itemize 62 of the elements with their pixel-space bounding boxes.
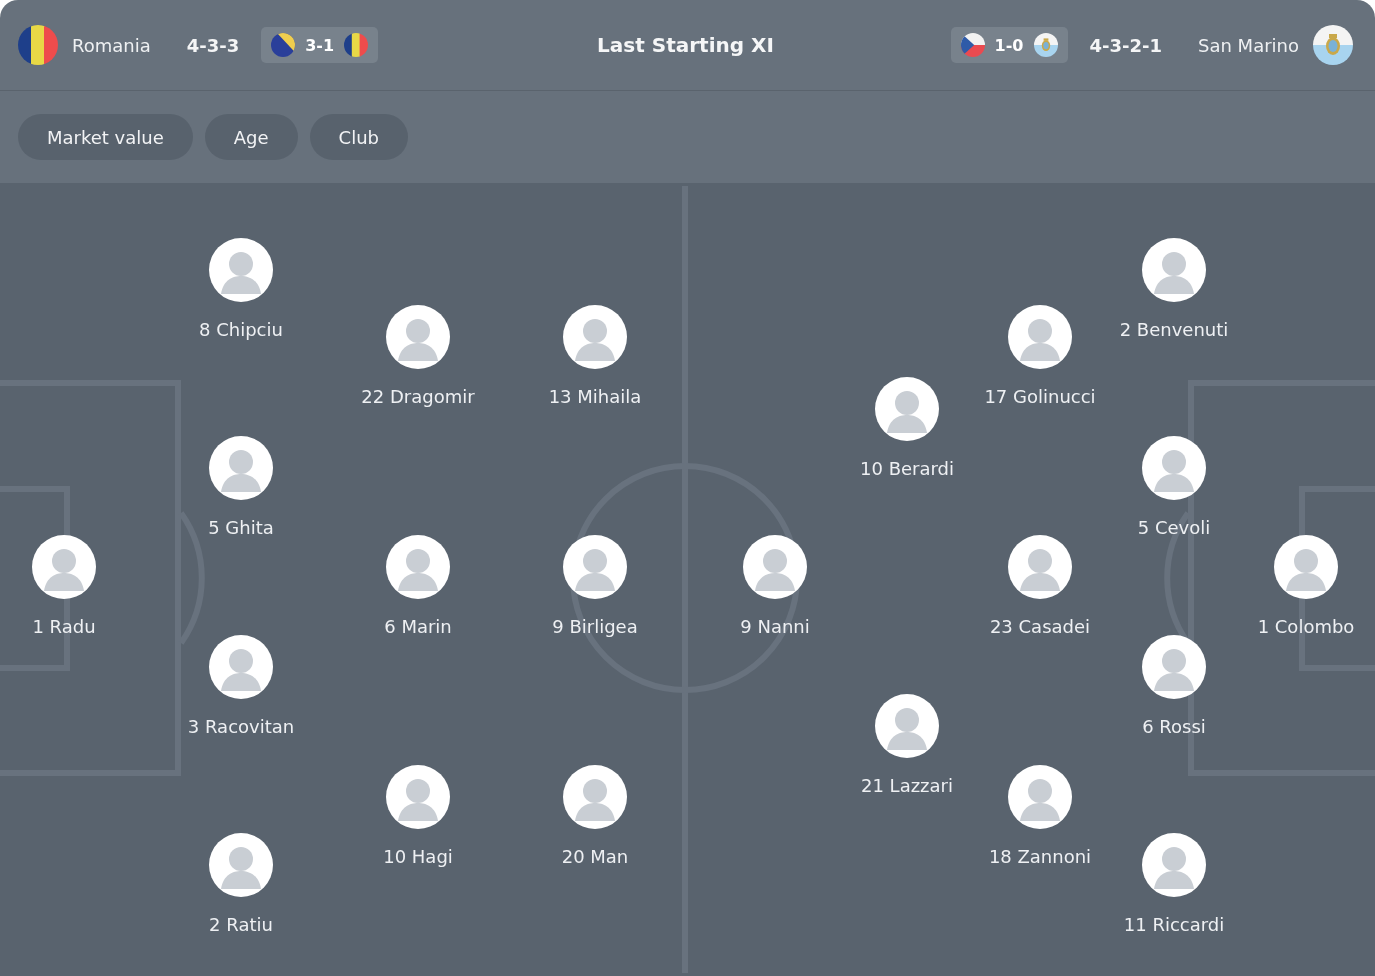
player-name: 9 Birligea	[551, 616, 639, 637]
player-avatar[interactable]	[563, 765, 627, 829]
flag-icon	[960, 33, 985, 57]
player-name: 13 Mihaila	[547, 386, 643, 407]
player-name: 6 Marin	[383, 616, 453, 637]
player-avatar[interactable]	[1142, 238, 1206, 302]
player-avatar[interactable]	[1008, 535, 1072, 599]
player-avatar[interactable]	[209, 635, 273, 699]
flag-icon	[271, 33, 296, 57]
player-name: 20 Man	[560, 846, 630, 867]
player-name: 3 Racovitan	[186, 716, 296, 737]
player-avatar[interactable]	[1008, 765, 1072, 829]
filter-button[interactable]: Market value	[18, 114, 193, 160]
player-name: 10 Berardi	[859, 458, 955, 479]
player-name: 18 Zannoni	[987, 846, 1093, 867]
player-name: 1 Colombo	[1256, 616, 1356, 637]
flag-icon	[1033, 33, 1058, 57]
player-name: 23 Casadei	[988, 616, 1092, 637]
player-avatar[interactable]	[1142, 635, 1206, 699]
team-name: Romania	[72, 34, 151, 56]
player-avatar[interactable]	[875, 694, 939, 758]
team-name: San Marino	[1198, 34, 1299, 56]
player-avatar[interactable]	[386, 765, 450, 829]
player-name: 9 Nanni	[739, 616, 811, 637]
player-name: 17 Golinucci	[983, 386, 1097, 407]
flag-icon	[18, 25, 58, 65]
filter-button[interactable]: Age	[204, 114, 298, 160]
player-name: 1 Radu	[31, 616, 97, 637]
player-name: 5 Ghita	[207, 517, 275, 538]
player-avatar[interactable]	[32, 535, 96, 599]
player-avatar[interactable]	[1142, 833, 1206, 897]
player-avatar[interactable]	[386, 305, 450, 369]
formation-label: 4-3-3	[186, 34, 240, 56]
last-match-chip[interactable]: 3-1	[261, 27, 379, 63]
player-avatar[interactable]	[209, 833, 273, 897]
filter-button[interactable]: Club	[309, 114, 408, 160]
player-name: 2 Ratiu	[208, 914, 274, 935]
flag-icon	[1313, 25, 1353, 65]
player-avatar[interactable]	[1142, 436, 1206, 500]
player-avatar[interactable]	[563, 535, 627, 599]
player-name: 21 Lazzari	[860, 775, 954, 796]
player-avatar[interactable]	[563, 305, 627, 369]
formation-label: 4-3-2-1	[1089, 34, 1162, 56]
player-name: 22 Dragomir	[360, 386, 476, 407]
player-name: 10 Hagi	[382, 846, 454, 867]
player-avatar[interactable]	[209, 436, 273, 500]
player-avatar[interactable]	[875, 377, 939, 441]
player-avatar[interactable]	[1274, 535, 1338, 599]
last-match-chip[interactable]: 1-0	[950, 27, 1068, 63]
player-avatar[interactable]	[209, 238, 273, 302]
player-name: 8 Chipciu	[198, 319, 284, 340]
flag-icon	[344, 33, 369, 57]
player-name: 11 Riccardi	[1122, 914, 1226, 935]
player-name: 5 Cevoli	[1136, 517, 1212, 538]
panel-title: Last Starting XI	[597, 33, 774, 57]
match-score: 1-0	[994, 35, 1024, 55]
player-name: 2 Benvenuti	[1118, 319, 1230, 340]
player-avatar[interactable]	[386, 535, 450, 599]
player-avatar[interactable]	[743, 535, 807, 599]
match-score: 3-1	[305, 35, 335, 55]
player-name: 6 Rossi	[1141, 716, 1207, 737]
player-avatar[interactable]	[1008, 305, 1072, 369]
